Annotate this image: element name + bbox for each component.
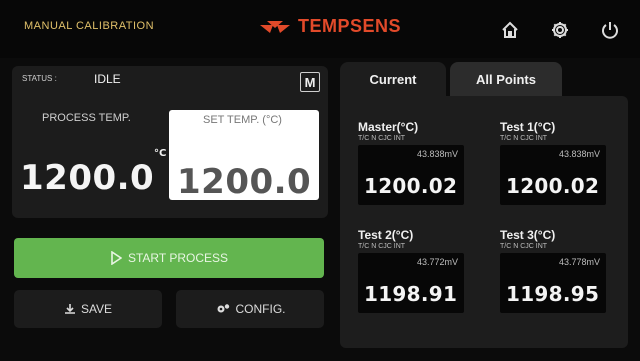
card-temperature: 1198.91 — [364, 282, 458, 306]
gear-icon[interactable] — [548, 18, 572, 42]
card-reading-box: 43.778mV 1198.95 — [500, 253, 606, 313]
set-temp-label: SET TEMP. (°C) — [203, 114, 282, 126]
test2-card: Test 2(°C) T/C N CJC INT 43.772mV 1198.9… — [358, 228, 478, 313]
process-temp-label: PROCESS TEMP. — [42, 112, 131, 124]
card-temperature: 1198.95 — [506, 282, 600, 306]
card-title: Test 1(°C) — [500, 120, 556, 134]
brand-logo: TEMPSENS — [258, 16, 401, 37]
card-title: Test 3(°C) — [500, 228, 556, 242]
config-label: CONFIG. — [235, 302, 286, 316]
start-process-label: START PROCESS — [127, 251, 229, 265]
tab-all-points[interactable]: All Points — [450, 62, 562, 96]
top-bar: MANUAL CALIBRATION TEMPSENS — [0, 0, 640, 58]
card-temperature: 1200.02 — [364, 174, 458, 198]
power-icon[interactable] — [598, 18, 622, 42]
card-subtitle: T/C N CJC INT — [358, 135, 406, 142]
tab-current[interactable]: Current — [340, 62, 446, 96]
readings-panel: Master(°C) T/C N CJC INT 43.838mV 1200.0… — [340, 96, 628, 348]
gears-icon — [217, 304, 229, 313]
play-icon — [111, 251, 122, 265]
tempsens-logo-icon — [258, 18, 292, 36]
process-panel: STATUS : IDLE M PROCESS TEMP. 1200.0 °C … — [12, 66, 328, 218]
start-process-button[interactable]: START PROCESS — [14, 238, 324, 278]
save-button[interactable]: SAVE — [14, 290, 162, 328]
card-reading-box: 43.838mV 1200.02 — [358, 145, 464, 205]
save-label: SAVE — [80, 302, 113, 316]
card-millivolts: 43.772mV — [416, 257, 458, 267]
card-reading-box: 43.772mV 1198.91 — [358, 253, 464, 313]
card-subtitle: T/C N CJC INT — [500, 243, 548, 250]
card-temperature: 1200.02 — [506, 174, 600, 198]
card-millivolts: 43.838mV — [558, 149, 600, 159]
card-subtitle: T/C N CJC INT — [358, 243, 406, 250]
set-temp-field[interactable]: SET TEMP. (°C) 1200.0 — [169, 110, 319, 202]
card-millivolts: 43.838mV — [416, 149, 458, 159]
screen-title: MANUAL CALIBRATION — [24, 20, 155, 32]
card-title: Test 2(°C) — [358, 228, 414, 242]
test3-card: Test 3(°C) T/C N CJC INT 43.778mV 1198.9… — [500, 228, 620, 313]
card-subtitle: T/C N CJC INT — [500, 135, 548, 142]
master-card: Master(°C) T/C N CJC INT 43.838mV 1200.0… — [358, 120, 478, 205]
process-temp-value: 1200.0 — [20, 158, 155, 198]
config-button[interactable]: CONFIG. — [176, 290, 324, 328]
test1-card: Test 1(°C) T/C N CJC INT 43.838mV 1200.0… — [500, 120, 620, 205]
manual-mode-badge: M — [300, 72, 320, 92]
home-icon[interactable] — [498, 18, 522, 42]
process-temp-unit: °C — [154, 148, 167, 159]
download-icon — [64, 304, 75, 314]
set-temp-value: 1200.0 — [177, 162, 312, 202]
status-label: STATUS : — [22, 74, 57, 83]
card-title: Master(°C) — [358, 120, 419, 134]
card-reading-box: 43.838mV 1200.02 — [500, 145, 606, 205]
card-millivolts: 43.778mV — [558, 257, 600, 267]
brand-name: TEMPSENS — [298, 16, 402, 36]
status-value: IDLE — [94, 72, 121, 86]
